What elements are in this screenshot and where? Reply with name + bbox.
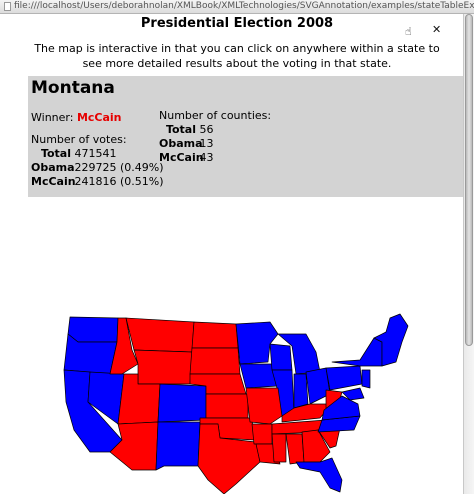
scrollbar-thumb[interactable] — [465, 14, 473, 346]
cursor-icon: ☝ — [405, 25, 412, 38]
state-washington[interactable] — [67, 316, 119, 343]
counties-block: Number of counties: Total 56 Obama 13 Mc… — [159, 109, 271, 165]
state-alabama[interactable] — [285, 433, 305, 465]
state-kansas[interactable] — [205, 393, 249, 419]
counties-label: Obama — [159, 137, 203, 150]
votes-value: 471541 — [74, 147, 117, 160]
votes-block: Number of votes: Total 471541 Obama 2297… — [31, 133, 164, 189]
votes-heading: Number of votes: — [31, 133, 127, 146]
counties-value: 43 — [199, 151, 214, 164]
votes-row: McCain 241816 (0.51%) — [31, 175, 164, 189]
state-details-panel: Montana Winner: McCain Number of votes: … — [28, 76, 463, 197]
state-north-dakota[interactable] — [191, 321, 239, 349]
votes-row: Obama 229725 (0.49%) — [31, 161, 164, 175]
state-wyoming[interactable] — [133, 349, 193, 385]
winner-label: Winner: — [31, 111, 74, 124]
winner-line: Winner: McCain — [31, 111, 122, 124]
state-name: Montana — [31, 78, 115, 98]
state-new-mexico[interactable] — [155, 421, 201, 471]
winner-value: McCain — [76, 111, 122, 124]
counties-label: Total — [165, 123, 196, 136]
state-pennsylvania[interactable] — [325, 365, 363, 391]
state-mississippi[interactable] — [271, 433, 287, 463]
close-icon[interactable]: ✕ — [432, 23, 441, 36]
document-icon — [4, 2, 11, 11]
counties-heading: Number of counties: — [159, 109, 272, 122]
counties-row: Obama 13 — [159, 137, 271, 151]
state-florida[interactable] — [295, 457, 343, 493]
votes-label: Obama — [31, 161, 75, 174]
counties-label: McCain — [159, 151, 204, 164]
votes-row: Total 471541 — [31, 147, 164, 161]
state-arizona[interactable] — [109, 421, 159, 471]
state-new-jersey[interactable] — [361, 369, 371, 389]
votes-value: 229725 (0.49%) — [74, 161, 164, 174]
state-south-dakota[interactable] — [189, 347, 241, 375]
page-title: Presidential Election 2008 — [140, 16, 334, 31]
votes-label: McCain — [31, 175, 76, 188]
counties-row: McCain 43 — [159, 151, 271, 165]
intro-text: The map is interactive in that you can c… — [34, 42, 440, 70]
counties-row: Total 56 — [159, 123, 271, 137]
state-arkansas[interactable] — [251, 423, 273, 445]
state-wisconsin[interactable] — [269, 343, 293, 371]
state-montana[interactable] — [125, 317, 195, 353]
state-missouri[interactable] — [245, 387, 283, 425]
url-text: file:///localhost/Users/deborahnolan/XML… — [14, 1, 474, 11]
votes-label: Total — [40, 147, 71, 160]
state-new-york[interactable] — [331, 337, 383, 367]
state-indiana[interactable] — [293, 373, 309, 409]
counties-value: 56 — [199, 123, 214, 136]
election-map[interactable] — [60, 312, 420, 494]
counties-value: 13 — [199, 137, 214, 150]
votes-value: 241816 (0.51%) — [74, 175, 164, 188]
state-colorado[interactable] — [157, 383, 207, 423]
address-bar[interactable]: file:///localhost/Users/deborahnolan/XML… — [0, 0, 474, 14]
vertical-scrollbar[interactable] — [463, 14, 474, 494]
